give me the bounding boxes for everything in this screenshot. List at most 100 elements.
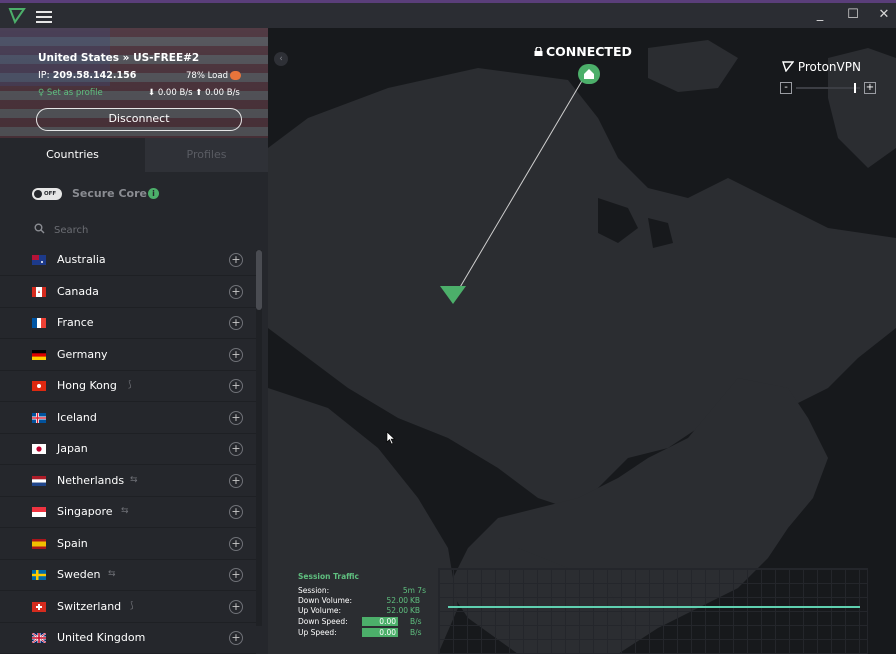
expand-country-button[interactable]: + <box>229 379 243 393</box>
expand-country-button[interactable]: + <box>229 536 243 551</box>
country-list: Australia + Canada + France + Germany + Hong Kon… <box>0 245 256 654</box>
sidebar: United States » US-FREE#2 IP: 209.58.142… <box>0 28 268 654</box>
country-name: Spain <box>57 536 88 550</box>
connected-server-name: United States » US-FREE#2 <box>38 52 200 64</box>
disconnect-button[interactable]: Disconnect <box>36 108 242 131</box>
hamburger-icon[interactable] <box>36 8 52 23</box>
flag-sweden-icon <box>32 570 46 580</box>
country-row-canada[interactable]: Canada + <box>0 277 256 308</box>
expand-country-button[interactable]: + <box>229 568 243 582</box>
session-traffic-title: Session Traffic <box>298 572 359 581</box>
secure-core-label: Secure Core <box>72 187 147 200</box>
set-as-profile-link[interactable]: ♀ Set as profile <box>38 88 103 98</box>
tab-profiles[interactable]: Profiles <box>145 138 268 172</box>
secure-core-row: OFF Secure Core i <box>0 172 268 218</box>
country-name: United Kingdom <box>57 631 146 644</box>
country-row-japan[interactable]: Japan + <box>0 434 256 465</box>
expand-country-button[interactable]: + <box>229 631 243 645</box>
server-load: 78% Load <box>186 71 228 81</box>
traffic-key: Down Volume: <box>298 596 353 605</box>
connection-route <box>440 73 587 304</box>
country-name: Canada <box>57 284 99 298</box>
expand-country-button[interactable]: + <box>229 253 243 267</box>
country-row-germany[interactable]: Germany + <box>0 340 256 371</box>
server-feature-icon: ⇆ <box>121 506 129 516</box>
location-marker-icon[interactable] <box>440 286 466 304</box>
flag-netherlands-icon <box>32 475 46 486</box>
country-name: Japan <box>57 442 88 455</box>
speed-readout: ⬇ 0.00 B/s ⬆ 0.00 B/s <box>148 88 240 98</box>
country-name: Singapore <box>57 505 113 518</box>
country-row-switzerland[interactable]: Switzerland ⟆ + <box>0 592 256 623</box>
protonvpn-brand: ProtonVPN <box>782 60 861 74</box>
traffic-row-up-volume: Up Volume: 52.00 KB <box>298 606 430 616</box>
zoom-out-button[interactable]: - <box>780 82 792 94</box>
country-row-sweden[interactable]: Sweden ⇆ + <box>0 560 256 591</box>
country-row-singapore[interactable]: Singapore ⇆ + <box>0 497 256 528</box>
zoom-control: - + <box>780 82 876 95</box>
traffic-row-down-volume: Down Volume: 52.00 KB <box>298 596 430 606</box>
country-row-spain[interactable]: Spain + <box>0 529 256 560</box>
traffic-value: 0.00 <box>362 617 398 626</box>
zoom-track[interactable] <box>796 87 860 89</box>
load-indicator-icon <box>230 71 241 80</box>
traffic-row-session: Session: 5m 7s <box>298 586 430 596</box>
country-row-hong-kong[interactable]: Hong Kong ⟆ + <box>0 371 256 402</box>
server-feature-icon: ⇆ <box>108 569 116 579</box>
flag-iceland-icon <box>32 412 46 423</box>
traffic-key: Down Speed: <box>298 617 348 626</box>
home-icon[interactable] <box>578 64 600 84</box>
expand-country-button[interactable]: + <box>229 505 243 519</box>
tab-bar: Countries Profiles <box>0 138 268 172</box>
flag-singapore-icon <box>32 507 46 517</box>
expand-country-button[interactable]: + <box>229 316 243 330</box>
country-row-australia[interactable]: Australia + <box>0 245 256 276</box>
search-input[interactable] <box>54 220 244 240</box>
traffic-row-up-speed: Up Speed: 0.00 B/s <box>298 628 430 638</box>
zoom-slider-handle[interactable] <box>854 83 856 93</box>
traffic-key: Up Speed: <box>298 628 337 637</box>
country-row-france[interactable]: France + <box>0 308 256 339</box>
traffic-unit: B/s <box>410 628 422 637</box>
tab-countries[interactable]: Countries <box>0 138 145 172</box>
expand-country-button[interactable]: + <box>229 284 243 299</box>
collapse-sidebar-button[interactable]: ‹ <box>274 52 288 66</box>
flag-france-icon <box>32 318 46 328</box>
country-row-iceland[interactable]: Iceland + <box>0 403 256 434</box>
traffic-graph-line <box>448 606 860 608</box>
protonvpn-logo-icon[interactable] <box>8 6 26 24</box>
traffic-key: Session: <box>298 586 330 595</box>
country-name: Germany <box>57 347 108 361</box>
traffic-unit: KB <box>410 596 421 605</box>
connection-status: CONNECTED <box>546 44 632 59</box>
traffic-key: Up Volume: <box>298 606 342 615</box>
expand-country-button[interactable]: + <box>229 599 243 614</box>
scrollbar-thumb[interactable] <box>256 250 262 310</box>
country-row-united-kingdom[interactable]: United Kingdom + <box>0 623 256 654</box>
expand-country-button[interactable]: + <box>229 473 243 488</box>
server-feature-icon: ⇆ <box>130 474 138 485</box>
connection-panel: United States » US-FREE#2 IP: 209.58.142… <box>0 28 268 138</box>
server-feature-icon: ⟆ <box>130 600 134 611</box>
session-traffic-panel: Session Traffic Session: 5m 7s Down Volu… <box>298 572 430 654</box>
flag-hong-kong-icon <box>32 381 46 391</box>
flag-japan-icon <box>32 444 46 454</box>
maximize-button[interactable]: ☐ <box>843 5 863 25</box>
traffic-value: 52.00 <box>386 606 408 615</box>
info-icon[interactable]: i <box>148 188 159 199</box>
expand-country-button[interactable]: + <box>229 442 243 456</box>
zoom-in-button[interactable]: + <box>864 82 876 94</box>
close-button[interactable]: ✕ <box>874 5 894 25</box>
traffic-unit: KB <box>410 606 421 615</box>
expand-country-button[interactable]: + <box>229 347 243 362</box>
country-row-netherlands[interactable]: Netherlands ⇆ + <box>0 466 256 497</box>
expand-country-button[interactable]: + <box>229 410 243 425</box>
ip-address: IP: 209.58.142.156 <box>38 70 137 81</box>
traffic-row-down-speed: Down Speed: 0.00 B/s <box>298 617 430 627</box>
flag-australia-icon <box>32 255 46 265</box>
search-icon <box>34 223 45 234</box>
country-name: Sweden <box>57 568 101 581</box>
minimize-button[interactable]: _ <box>810 5 830 25</box>
traffic-value: 52.00 <box>386 596 408 605</box>
secure-core-toggle[interactable]: OFF <box>32 188 62 200</box>
